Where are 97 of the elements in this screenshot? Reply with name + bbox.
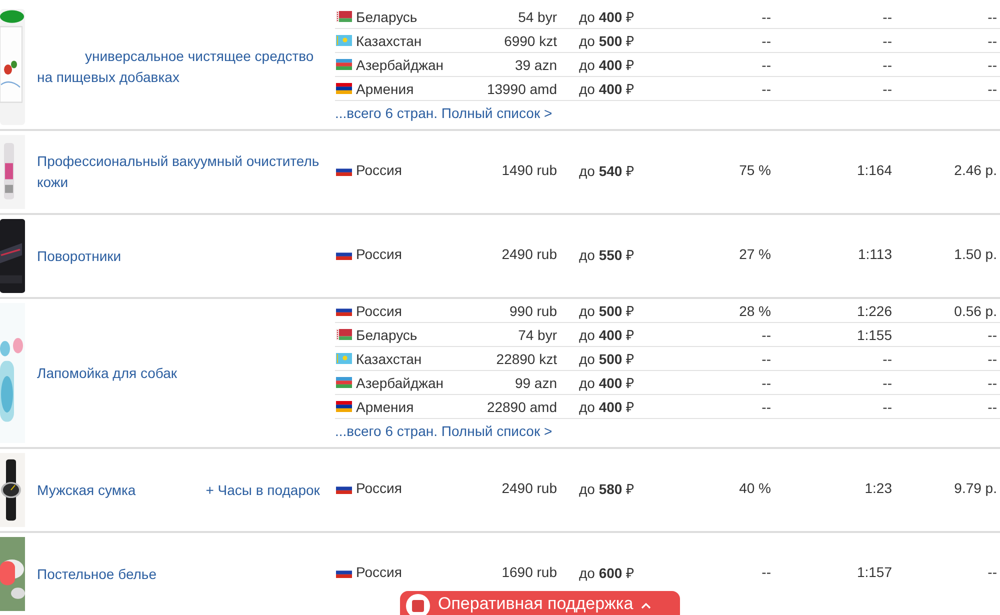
ratio: -- [882, 350, 892, 366]
percent: -- [762, 398, 771, 414]
cost: 9.79 р. [954, 480, 997, 496]
ratio: -- [882, 398, 892, 414]
price: 1490 rub [502, 162, 557, 178]
chat-icon [406, 594, 430, 615]
ratio: -- [882, 80, 892, 96]
ratio: -- [882, 8, 892, 24]
payout-limit: до 400 ₽ [579, 57, 634, 73]
price: 6990 kzt [504, 32, 557, 48]
payout-limit: до 400 ₽ [579, 399, 634, 415]
percent: -- [762, 326, 771, 342]
price: 99 azn [514, 374, 557, 390]
full-list-link[interactable]: ...всего 6 стран. Полный список > [335, 105, 552, 121]
payout-limit: до 500 ₽ [579, 303, 634, 319]
percent: -- [762, 564, 771, 580]
cost: 1.50 р. [954, 246, 997, 262]
flag-icon [336, 329, 352, 340]
country-name: Россия [356, 480, 402, 496]
payout-limit: до 400 ₽ [579, 327, 634, 343]
payout-limit: до 580 ₽ [579, 480, 634, 496]
ratio: 1:157 [856, 564, 892, 580]
percent: 27 % [739, 246, 771, 262]
ratio: -- [882, 374, 892, 390]
country-name: Беларусь [356, 326, 418, 342]
payout-limit: до 500 ₽ [579, 351, 634, 367]
ratio: -- [882, 32, 892, 48]
ratio: -- [882, 56, 892, 72]
cost: -- [988, 326, 997, 342]
country-name: Россия [356, 302, 402, 318]
price: 1690 rub [502, 564, 557, 580]
ratio: 1:226 [856, 302, 892, 318]
percent: -- [762, 374, 771, 390]
country-name: Армения [356, 398, 414, 414]
cost: -- [988, 8, 997, 24]
flag-icon [336, 401, 352, 412]
country-name: Россия [356, 162, 402, 178]
payout-limit: до 540 ₽ [579, 162, 634, 178]
cost: -- [988, 350, 997, 366]
price: 54 byr [518, 8, 557, 24]
flag-icon [336, 59, 352, 70]
price: 13990 amd [486, 80, 557, 96]
payout-limit: до 400 ₽ [579, 375, 634, 391]
percent: -- [762, 56, 771, 72]
flag-icon [336, 83, 352, 94]
price: 2490 rub [502, 480, 557, 496]
product-link[interactable]: Профессиональный вакуумный очиститель кожи [37, 151, 324, 193]
support-button[interactable]: Оперативная поддержка [400, 591, 680, 615]
price: 990 rub [510, 302, 557, 318]
percent: -- [762, 8, 771, 24]
payout-limit: до 500 ₽ [579, 33, 634, 49]
country-name: Россия [356, 246, 402, 262]
payout-limit: до 400 ₽ [579, 9, 634, 25]
price: 2490 rub [502, 246, 557, 262]
country-name: Беларусь [356, 8, 418, 24]
country-name: Казахстан [356, 32, 422, 48]
percent: -- [762, 32, 771, 48]
cost: -- [988, 32, 997, 48]
full-list-link[interactable]: ...всего 6 стран. Полный список > [335, 423, 552, 439]
price: 74 byr [518, 326, 557, 342]
country-name: Казахстан [356, 350, 422, 366]
country-name: Азербайджан [356, 374, 444, 390]
ratio: 1:164 [856, 162, 892, 178]
flag-icon [336, 11, 352, 22]
cost: 0.56 р. [954, 302, 997, 318]
percent: 40 % [739, 480, 771, 496]
product-link[interactable]: Поворотники [37, 246, 324, 266]
price: 22890 kzt [496, 350, 557, 366]
cost: -- [988, 374, 997, 390]
flag-icon [336, 35, 352, 46]
caret-icon [641, 602, 652, 609]
percent: 28 % [739, 302, 771, 318]
product-link[interactable]: Мужская сумка + Часы в подарок [37, 480, 324, 500]
ratio: 1:113 [858, 246, 892, 262]
flag-icon [336, 377, 352, 388]
cost: 2.46 р. [954, 162, 997, 178]
country-name: Россия [356, 564, 402, 580]
country-name: Армения [356, 80, 414, 96]
flag-icon [336, 353, 352, 364]
payout-limit: до 600 ₽ [579, 564, 634, 580]
product-link[interactable]: универсальное чистящее средство на пищевых добавках [37, 46, 324, 88]
country-name: Азербайджан [356, 56, 444, 72]
percent: 75 % [739, 162, 771, 178]
product-link[interactable]: Постельное белье [37, 564, 324, 584]
cost: -- [988, 564, 997, 580]
percent: -- [762, 350, 771, 366]
ratio: 1:23 [864, 480, 892, 496]
cost: -- [988, 56, 997, 72]
ratio: 1:155 [856, 326, 892, 342]
price: 22890 amd [486, 398, 557, 414]
cost: -- [988, 80, 997, 96]
percent: -- [762, 80, 771, 96]
cost: -- [988, 398, 997, 414]
product-link[interactable]: Лапомойка для собак [37, 362, 324, 384]
price: 39 azn [514, 56, 557, 72]
payout-limit: до 400 ₽ [579, 81, 634, 97]
payout-limit: до 550 ₽ [579, 246, 634, 262]
